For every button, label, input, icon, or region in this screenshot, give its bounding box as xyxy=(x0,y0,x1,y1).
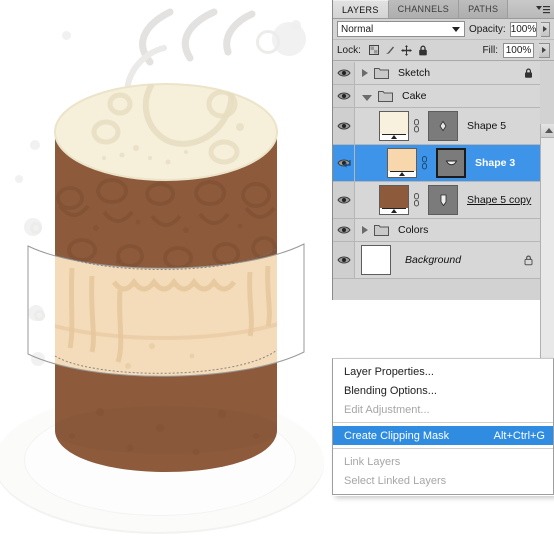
fill-input[interactable]: 100% xyxy=(503,42,534,58)
menu-item-label: Layer Properties... xyxy=(344,365,434,378)
vector-mask-thumbnail[interactable] xyxy=(428,111,458,141)
clipping-mask-arrow-icon xyxy=(343,159,351,168)
layer-thumbnail[interactable] xyxy=(387,148,417,178)
blend-mode-row: Normal Opacity: 100% xyxy=(333,19,554,40)
opacity-label: Opacity: xyxy=(469,23,506,35)
eye-icon xyxy=(336,255,351,265)
lock-all-icon[interactable] xyxy=(418,45,428,56)
visibility-toggle[interactable] xyxy=(333,219,355,241)
layer-name: Background xyxy=(405,254,462,266)
scrollbar-track[interactable] xyxy=(541,138,554,362)
opacity-input[interactable]: 100% xyxy=(509,21,538,37)
layer-name: Shape 3 xyxy=(475,157,516,169)
link-chain-icon[interactable] xyxy=(412,193,421,207)
folder-icon xyxy=(378,90,393,102)
link-chain-icon[interactable] xyxy=(412,119,421,133)
menu-item-label: Select Linked Layers xyxy=(344,474,447,487)
blend-mode-value: Normal xyxy=(341,23,374,35)
layer-row-background[interactable]: Background xyxy=(333,242,540,279)
layer-name: Sketch xyxy=(398,67,431,79)
layer-row-cake[interactable]: Cake xyxy=(333,85,540,108)
visibility-toggle[interactable] xyxy=(333,108,355,144)
layer-name: Colors xyxy=(398,224,429,236)
layer-row-colors[interactable]: Colors xyxy=(333,219,540,242)
scroll-up-arrow-icon[interactable] xyxy=(541,124,554,138)
eye-icon xyxy=(336,68,351,78)
layer-name: Shape 5 copy xyxy=(467,194,532,206)
menu-item-blending-options[interactable]: Blending Options... xyxy=(333,381,553,400)
lock-image-pixels-icon[interactable] xyxy=(385,45,395,55)
cake-cream-top xyxy=(54,83,278,181)
panel-menu-icon[interactable] xyxy=(536,4,550,15)
eye-icon xyxy=(336,195,351,205)
menu-item-create-clipping-mask[interactable]: Create Clipping Mask Alt+Ctrl+G xyxy=(333,426,553,445)
layer-name: Shape 5 xyxy=(467,120,507,132)
blend-mode-select[interactable]: Normal xyxy=(337,21,465,37)
vector-mask-thumbnail[interactable] xyxy=(428,185,458,215)
menu-item-label: Blending Options... xyxy=(344,384,437,397)
menu-separator xyxy=(333,422,553,423)
menu-item-edit-adjustment: Edit Adjustment... xyxy=(333,400,553,419)
chevron-down-icon[interactable] xyxy=(362,94,372,101)
photoshop-canvas[interactable] xyxy=(0,0,332,554)
layer-name: Cake xyxy=(402,90,427,102)
eye-icon xyxy=(336,91,351,101)
layer-context-menu: Layer Properties... Blending Options... … xyxy=(332,358,554,495)
layers-panel: LAYERS CHANNELS PATHS Normal Opacity: 10… xyxy=(332,0,554,362)
panel-tab-bar: LAYERS CHANNELS PATHS xyxy=(333,0,554,19)
menu-item-label: Link Layers xyxy=(344,455,401,468)
layer-thumbnail[interactable] xyxy=(379,111,409,141)
visibility-toggle[interactable] xyxy=(333,182,355,218)
visibility-toggle[interactable] xyxy=(333,62,355,84)
chevron-right-icon[interactable] xyxy=(362,226,368,234)
vector-mask-thumbnail[interactable] xyxy=(436,148,466,178)
cake-artwork xyxy=(27,83,305,472)
tab-paths[interactable]: PATHS xyxy=(459,0,509,18)
menu-item-select-linked-layers: Select Linked Layers xyxy=(333,471,553,490)
screenshot-root: LAYERS CHANNELS PATHS Normal Opacity: 10… xyxy=(0,0,554,554)
eye-icon xyxy=(336,225,351,235)
layer-thumbnail[interactable] xyxy=(379,185,409,215)
menu-separator xyxy=(333,448,553,449)
chevron-right-icon[interactable] xyxy=(362,69,368,77)
lock-position-icon[interactable] xyxy=(400,44,412,56)
fill-label: Fill: xyxy=(482,44,498,56)
fill-stepper[interactable] xyxy=(539,42,550,58)
menu-item-shortcut: Alt+Ctrl+G xyxy=(493,429,545,442)
layer-row-shape-5[interactable]: Shape 5 xyxy=(333,108,540,145)
lock-label: Lock: xyxy=(337,44,361,56)
layers-list: Sketch Cake Shape 5 Shape 3 Shape 5 copy… xyxy=(333,62,554,362)
lock-row: Lock: Fill: 100% xyxy=(333,40,554,61)
menu-item-label: Edit Adjustment... xyxy=(344,403,430,416)
chevron-down-icon xyxy=(452,27,460,32)
layer-thumbnail[interactable] xyxy=(361,245,391,275)
opacity-stepper[interactable] xyxy=(541,21,550,37)
layer-row-shape-5-copy[interactable]: Shape 5 copy xyxy=(333,182,540,219)
menu-item-layer-properties[interactable]: Layer Properties... xyxy=(333,362,553,381)
folder-icon xyxy=(374,224,389,236)
layers-scrollbar[interactable] xyxy=(540,124,554,362)
menu-item-link-layers: Link Layers xyxy=(333,452,553,471)
tab-channels[interactable]: CHANNELS xyxy=(388,0,460,18)
layer-locked-icon xyxy=(524,255,533,266)
lock-transparent-pixels-icon[interactable] xyxy=(368,45,379,55)
visibility-toggle[interactable] xyxy=(333,85,355,107)
link-chain-icon[interactable] xyxy=(420,156,429,170)
tab-layers[interactable]: LAYERS xyxy=(333,0,389,18)
eye-icon xyxy=(336,121,351,131)
layer-row-shape-3[interactable]: Shape 3 xyxy=(333,145,540,182)
menu-item-label: Create Clipping Mask xyxy=(344,429,450,442)
folder-icon xyxy=(374,67,389,79)
visibility-toggle[interactable] xyxy=(333,242,355,278)
layer-locked-icon xyxy=(524,68,533,79)
layer-row-sketch[interactable]: Sketch xyxy=(333,62,540,85)
